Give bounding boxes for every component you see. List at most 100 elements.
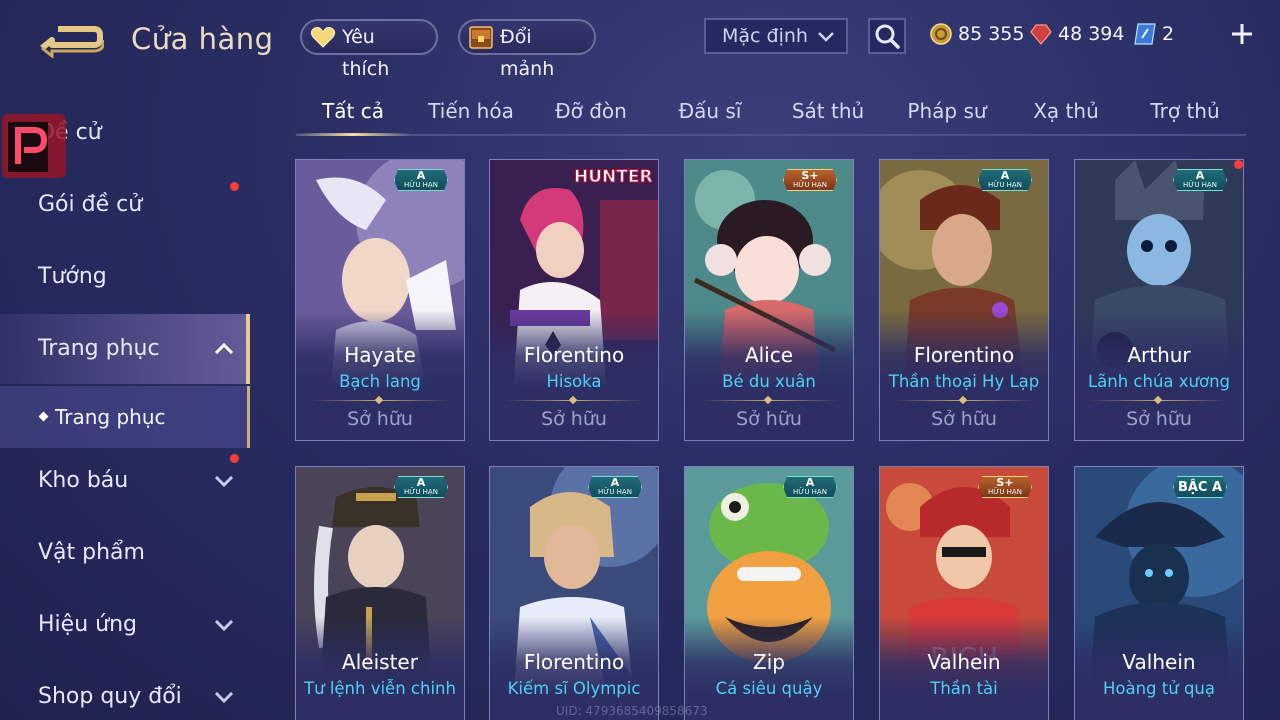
sidebar-item-label: Kho báu [38,468,129,493]
owned-status: Sở hữu [736,408,802,430]
tier-badge: A HỮU HẠN [978,169,1032,191]
skin-card[interactable]: A HỮU HẠN Zip Cá siêu quậy [684,466,854,720]
tab-tank[interactable]: Đỡ đòn [532,86,650,134]
owned-status: Sở hữu [1126,408,1192,430]
tier-badge: BẬC A [1173,476,1227,498]
sidebar-subitem-skins[interactable]: Trang phục [0,386,250,448]
skin-card[interactable]: A HỮU HẠN Aleister Tư lệnh viễn chinh [295,466,465,720]
tab-support[interactable]: Trợ thủ [1126,86,1244,134]
hero-name: Hayate [344,343,416,367]
sidebar-item-recommended-packs[interactable]: Gói đề cử [0,170,250,240]
tab-mage[interactable]: Pháp sư [888,86,1006,134]
shard-exchange-label: Đổi mảnh [500,26,555,80]
hunter-x-hunter-logo: HUNTER [574,167,654,188]
chevron-down-icon [214,619,234,632]
chevron-up-icon [214,342,234,355]
chevron-down-icon [214,475,234,488]
sidebar-item-heroes[interactable]: Tướng [0,242,250,312]
skin-card[interactable]: A HỮU HẠN Florentino Thần thoại Hy Lạp S… [879,159,1049,441]
chevron-down-icon [818,32,834,42]
ruby-icon [1030,24,1052,45]
search-icon [875,24,900,49]
notification-dot [230,182,239,191]
skin-name: Lãnh chúa xương [1087,372,1231,391]
chevron-down-icon [214,691,234,704]
skin-name: Bé du xuân [722,372,816,391]
hero-name: Florentino [523,650,625,674]
tier-badge: A HỮU HẠN [394,169,448,191]
sidebar-item-label: Shop quy đổi [38,684,182,709]
notification-dot [1234,160,1243,169]
p-logo-icon [8,122,48,172]
skin-card[interactable]: HUNTER Florentino Hisoka Sở hữu [489,159,659,441]
sidebar-item-skins[interactable]: Trang phục [0,314,250,384]
sidebar-item-label: Gói đề cử [38,192,143,217]
owned-status: Sở hữu [541,408,607,430]
favorite-label: Yêu thích [342,26,390,80]
sidebar-item-effects[interactable]: Hiệu ứng [0,590,250,660]
sidebar-item-items[interactable]: Vật phẩm [0,518,250,588]
search-button[interactable] [868,18,906,54]
sidebar-item-label: Hiệu ứng [38,612,137,637]
shard-exchange-button[interactable]: Đổi mảnh [458,19,596,80]
gold-amount: 85 355 [958,23,1025,45]
sort-dropdown[interactable]: Mặc định [704,18,848,54]
skin-card[interactable]: A HỮU HẠN Arthur Lãnh chúa xương Sở hữu [1074,159,1244,441]
tab-fighter[interactable]: Đấu sĩ [651,86,769,134]
skin-card[interactable]: RICH S+ HỮU HẠN Valhein Thần tài [879,466,1049,720]
divider [894,400,1034,401]
tier-badge: A HỮU HẠN [394,476,448,498]
skin-card[interactable]: S+ HỮU HẠN Alice Bé du xuân Sở hữu [684,159,854,441]
tier-badge: S+ HỮU HẠN [978,476,1032,498]
hero-name: Arthur [1127,343,1191,367]
divider [504,400,644,401]
skin-card[interactable]: A HỮU HẠN Florentino Kiếm sĩ Olympic [489,466,659,720]
back-arrow-icon[interactable] [38,22,104,58]
skin-name: Hoàng tử quạ [1102,679,1215,698]
tab-assassin[interactable]: Sát thủ [769,86,887,134]
notification-dot [230,454,239,463]
chest-icon [469,26,493,49]
tier-badge: A HỮU HẠN [1173,169,1227,191]
tab-all[interactable]: Tất cả [294,86,412,136]
svg-text:HUNTER: HUNTER [574,167,653,187]
divider [699,400,839,401]
voucher-currency: 2 [1134,20,1174,48]
hero-name: Zip [753,650,785,674]
sort-selected-value: Mặc định [722,25,808,47]
hero-name: Aleister [342,650,418,674]
tier-badge: A HỮU HẠN [783,476,837,498]
sidebar-item-label: Tướng [38,264,107,289]
owned-status: Sở hữu [931,408,997,430]
ruby-amount: 48 394 [1058,23,1125,45]
skin-card[interactable]: A HỮU HẠN Hayate Bạch lang Sở hữu [295,159,465,441]
tab-marksman[interactable]: Xạ thủ [1007,86,1125,134]
sidebar: Đề cử Gói đề cử Tướng Trang phục Trang p… [0,96,252,720]
tab-evolution[interactable]: Tiến hóa [412,86,530,134]
hero-name: Florentino [913,343,1015,367]
sidebar-item-label: Vật phẩm [38,540,145,565]
skin-name: Bạch lang [339,372,421,391]
hero-name: Valhein [1122,650,1196,674]
skin-name: Hisoka [546,372,602,391]
category-tabs: Tất cả Tiến hóa Đỡ đòn Đấu sĩ Sát thủ Ph… [294,86,1246,136]
skin-name: Kiếm sĩ Olympic [507,679,641,698]
hero-name: Alice [744,343,794,367]
user-id-watermark: UID: 4793685409858673 [556,704,708,718]
sidebar-item-exchange-shop[interactable]: Shop quy đổi [0,662,250,720]
skin-card[interactable]: BẬC A Valhein Hoàng tử quạ [1074,466,1244,720]
owned-status: Sở hữu [347,408,413,430]
skin-name: Thần tài [930,679,998,698]
voucher-amount: 2 [1162,23,1175,45]
sidebar-item-treasure[interactable]: Kho báu [0,446,250,516]
favorite-button[interactable]: Yêu thích [300,19,438,80]
voucher-icon [1134,23,1156,45]
page-title: Cửa hàng [131,22,274,56]
gold-coin-icon [930,23,952,45]
sidebar-subitem-label: Trang phục [55,405,166,429]
watermark-logo [2,114,66,178]
divider [1089,400,1229,401]
diamond-bullet-icon [38,411,49,422]
plus-icon[interactable] [1228,20,1256,48]
heart-icon [310,27,336,48]
